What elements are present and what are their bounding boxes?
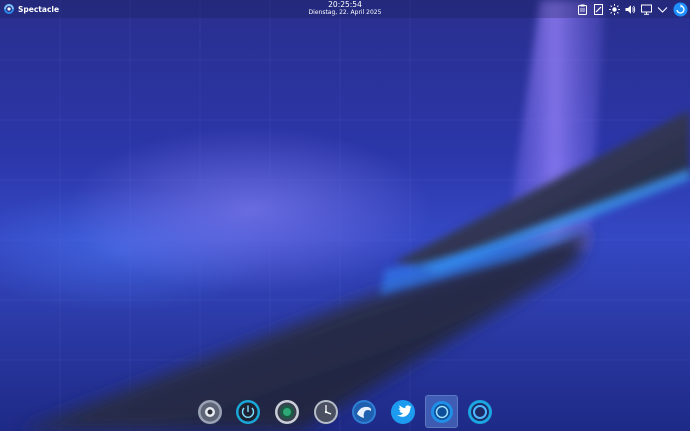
dock-item-dolphin[interactable]	[349, 396, 380, 427]
twitter-icon	[391, 399, 416, 424]
dock-item-spectacle[interactable]	[425, 395, 459, 428]
dolphin-icon	[352, 399, 377, 424]
dock	[192, 395, 498, 428]
spectacle-icon	[4, 4, 14, 14]
display-icon[interactable]	[641, 4, 652, 15]
desktop: Spectacle 20:25:54 Dienstag, 22. April 2…	[0, 0, 690, 431]
ring-app-icon	[468, 399, 493, 424]
active-app-menu[interactable]: Spectacle	[3, 2, 59, 16]
active-app-label: Spectacle	[18, 4, 60, 14]
dock-item-system-settings[interactable]	[194, 396, 225, 427]
top-panel: Spectacle 20:25:54 Dienstag, 22. April 2…	[0, 0, 690, 18]
updates-icon[interactable]	[673, 2, 688, 17]
dock-item-monitor-app[interactable]	[271, 396, 302, 427]
volume-icon[interactable]	[625, 4, 636, 15]
brightness-icon[interactable]	[609, 3, 620, 15]
dock-item-power[interactable]	[233, 396, 264, 427]
spectacle-app-icon	[430, 400, 453, 423]
clock-date: Dienstag, 22. April 2025	[308, 9, 382, 16]
system-tray	[577, 1, 688, 17]
wallpaper	[0, 0, 690, 431]
clock-time: 20:25:54	[328, 0, 362, 9]
clock[interactable]: 20:25:54 Dienstag, 22. April 2025	[295, 1, 395, 17]
expand-tray-icon[interactable]	[657, 4, 668, 15]
dock-item-ring-app[interactable]	[465, 396, 496, 427]
power-icon	[236, 399, 261, 424]
clock-app-icon	[313, 399, 338, 424]
dock-item-clock-app[interactable]	[310, 396, 341, 427]
system-settings-icon	[197, 399, 222, 424]
notes-icon[interactable]	[593, 3, 604, 15]
monitor-app-icon	[274, 399, 299, 424]
clipboard-icon[interactable]	[577, 4, 588, 15]
dock-item-twitter[interactable]	[388, 396, 419, 427]
